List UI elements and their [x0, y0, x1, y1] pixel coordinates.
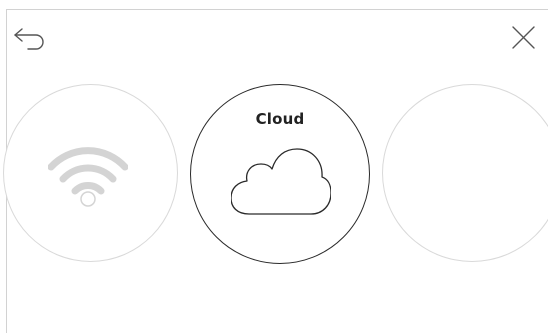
cloud-icon: [231, 148, 331, 215]
carousel-item-empty[interactable]: [382, 84, 548, 262]
carousel-item-wifi[interactable]: [3, 84, 178, 262]
wifi-icon: [48, 147, 128, 207]
back-button[interactable]: [12, 18, 52, 54]
close-icon: [512, 26, 535, 49]
close-button[interactable]: [508, 22, 548, 58]
cloud-label: Cloud: [255, 110, 305, 128]
back-arrow-icon: [14, 28, 44, 50]
carousel-item-cloud[interactable]: Cloud: [190, 84, 370, 264]
